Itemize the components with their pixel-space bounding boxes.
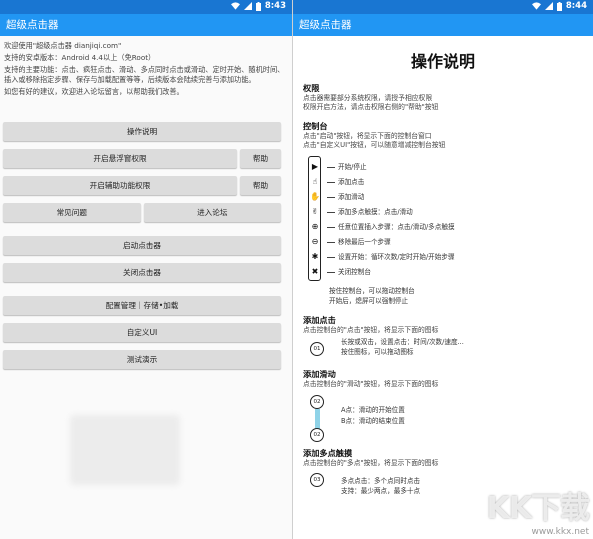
minus-icon: ⊖ (311, 236, 319, 246)
multitouch-icon: ✌ (311, 206, 319, 216)
legend-item: 添加滑动 (327, 191, 364, 201)
section-text: 点击"自定义UI"按钮，可以随意增减控制台按钮 (303, 141, 446, 149)
manual-title: 操作说明 (410, 52, 475, 71)
status-bar: 8:43 (0, 0, 292, 14)
status-time: 8:43 (264, 1, 286, 11)
config-manage-button[interactable]: 配置管理｜存储•加载 (3, 296, 281, 315)
left-screen: 8:43 超级点击器 欢迎使用"超级点击器 dianjiqi.com" 支持的安… (0, 0, 292, 539)
section-text: 点击器需要部分系统权限，请授予相应权限 (303, 94, 433, 102)
console-toolbar: ▶ ☝ ✋ ✌ ⊕ ⊖ ✱ ✖ (308, 156, 321, 281)
intro-line: 支持的安卓版本：Android 4.4以上（免Root） (4, 53, 156, 62)
gear-icon: ✱ (311, 251, 319, 261)
forum-button[interactable]: 进入论坛 (143, 203, 281, 222)
section-heading: 添加滑动 (303, 369, 336, 379)
watermark: KK下载 www.kkx.net (487, 483, 590, 537)
section-text: 权限开启方法，请点击权限右侧的"帮助"按钮 (303, 103, 439, 111)
status-bar: 8:44 (293, 0, 593, 14)
swipe-end-icon: 02 (310, 428, 324, 442)
status-time: 8:44 (565, 1, 587, 11)
swipe-path (315, 409, 320, 429)
section-heading: 权限 (303, 83, 320, 93)
watermark-url: www.kkx.net (531, 527, 590, 537)
swipe-icon: ✋ (310, 191, 320, 201)
click-illustration: 01 长按或双击，设置点击：时间/次数/速度... 按住图标，可以拖动图标 (303, 337, 583, 363)
legend-item: 关闭控制台 (327, 266, 371, 276)
blurred-area (70, 415, 180, 485)
legend-item: 添加多点触摸：点击/滑动 (327, 206, 413, 216)
multitouch-note: 支持：最少两点，最多十点 (341, 487, 421, 495)
console-note: 开始后，熄屏可以强制停止 (329, 297, 409, 305)
multitouch-target-icon: 03 (310, 473, 324, 487)
intro-line: 支持的主要功能：点击、疯狂点击、滑动、多点同时点击或滑动、定时开始、随机时间、插… (4, 65, 285, 84)
legend-item: 设置开始：循环次数/定时开始/开始步骤 (327, 251, 455, 261)
intro-line: 如您有好的建议，欢迎进入论坛留言，以帮助我们改善。 (4, 87, 184, 96)
stop-clicker-button[interactable]: 关闭点击器 (3, 263, 281, 282)
manual-content: 操作说明 权限 点击器需要部分系统权限，请授予相应权限 权限开启方法，请点击权限… (293, 36, 593, 500)
multitouch-note: 多点点击：多个点同时点击 (341, 477, 421, 485)
custom-ui-button[interactable]: 自定义UI (3, 323, 281, 342)
section-heading: 添加多点触摸 (303, 448, 353, 458)
legend-item: 添加点击 (327, 176, 364, 186)
intro-line: 欢迎使用"超级点击器 dianjiqi.com" (4, 41, 122, 50)
signal-icon (544, 2, 553, 10)
help-button[interactable]: 帮助 (240, 149, 281, 168)
float-permission-button[interactable]: 开启悬浮窗权限 (3, 149, 237, 168)
legend-item: 移除最后一个步骤 (327, 236, 391, 246)
swipe-illustration: 02 02 A点：滑动的开始位置 B点：滑动的结束位置 (303, 391, 583, 443)
start-clicker-button[interactable]: 启动点击器 (3, 236, 281, 255)
tap-icon: ☝ (312, 176, 318, 186)
close-icon: ✖ (311, 266, 319, 276)
legend-item: 开始/停止 (327, 161, 367, 171)
watermark-logo: KK下载 (486, 491, 590, 526)
section-text: 点击"启动"按钮，将显示下面的控制台窗口 (303, 132, 432, 140)
swipe-start-icon: 02 (310, 395, 324, 409)
manual-button[interactable]: 操作说明 (3, 122, 281, 141)
faq-button[interactable]: 常见问题 (3, 203, 141, 222)
target-icon: 01 (310, 342, 324, 356)
wifi-icon (531, 2, 541, 10)
wifi-icon (230, 2, 240, 10)
console-note: 按住控制台，可以拖动控制台 (329, 287, 415, 295)
play-icon: ▶ (311, 161, 319, 171)
plus-icon: ⊕ (311, 221, 319, 231)
section-heading: 添加点击 (303, 315, 336, 325)
swipe-note: B点：滑动的结束位置 (341, 417, 405, 425)
section-text: 点击控制台的"多点"按钮，将显示下面的图标 (303, 459, 439, 467)
legend-item: 任意位置插入步骤：点击/滑动/多点触摸 (327, 221, 455, 231)
app-title: 超级点击器 (0, 14, 292, 36)
swipe-note: A点：滑动的开始位置 (341, 406, 405, 414)
battery-icon (556, 1, 562, 11)
demo-button[interactable]: 测试演示 (3, 350, 281, 369)
app-title: 超级点击器 (293, 14, 593, 36)
section-text: 点击控制台的"滑动"按钮，将显示下面的图标 (303, 380, 439, 388)
section-text: 点击控制台的"点击"按钮，将显示下面的图标 (303, 326, 439, 334)
right-screen: 8:44 超级点击器 操作说明 权限 点击器需要部分系统权限，请授予相应权限 权… (293, 0, 593, 539)
click-note: 长按或双击，设置点击：时间/次数/速度... (341, 338, 464, 346)
battery-icon (255, 1, 261, 11)
section-heading: 控制台 (303, 121, 328, 131)
accessibility-permission-button[interactable]: 开启辅助功能权限 (3, 176, 237, 195)
help-button[interactable]: 帮助 (240, 176, 281, 195)
click-note: 按住图标，可以拖动图标 (341, 348, 414, 356)
intro-text: 欢迎使用"超级点击器 dianjiqi.com" 支持的安卓版本：Android… (0, 36, 292, 97)
signal-icon (243, 2, 252, 10)
console-legend: ▶ ☝ ✋ ✌ ⊕ ⊖ ✱ ✖ 开始/停止 添加点击 添加滑动 添加多点触摸：点… (303, 156, 583, 282)
